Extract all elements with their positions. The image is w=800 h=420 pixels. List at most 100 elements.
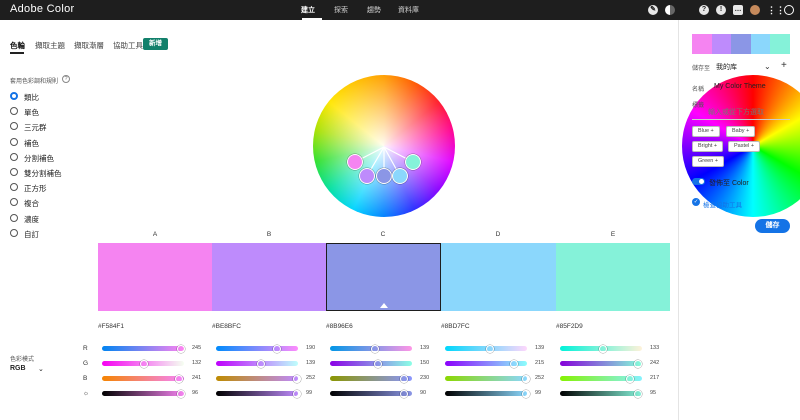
save-to-label: 儲存至 (692, 66, 711, 72)
g-slider-knob[interactable] (510, 359, 519, 368)
tab-extract-gradient[interactable]: 擷取漸層 (74, 40, 104, 51)
wheel-handle-b[interactable] (359, 168, 375, 184)
b-slider-knob[interactable] (522, 374, 531, 383)
theme-preview-swatch (770, 34, 790, 54)
rule-label: 類比 (24, 93, 39, 102)
tab-color-wheel[interactable]: 色輪 (10, 40, 25, 51)
tags-input[interactable]: 輸入或從下方選取 (692, 108, 790, 120)
radio-icon[interactable] (10, 107, 18, 116)
help-icon[interactable]: ? (699, 5, 709, 15)
nav-create[interactable]: 建立 (301, 5, 315, 15)
color-swatch[interactable] (212, 243, 327, 311)
b-slider-knob[interactable] (399, 374, 408, 383)
g-slider-knob[interactable] (140, 359, 149, 368)
b-slider[interactable] (216, 376, 298, 381)
rule-label: 雙分割補色 (24, 169, 62, 178)
brightness-value: 95 (650, 390, 657, 396)
user-avatar-icon[interactable] (750, 5, 760, 15)
b-value: 241 (192, 375, 202, 381)
b-slider-knob[interactable] (625, 374, 634, 383)
b-slider[interactable] (102, 376, 184, 381)
brightness-slider[interactable] (560, 391, 642, 396)
tag-bright[interactable]: Bright + (692, 141, 724, 152)
radio-icon[interactable] (10, 152, 18, 161)
r-slider[interactable] (102, 346, 184, 351)
r-slider-knob[interactable] (176, 344, 185, 353)
brightness-slider[interactable] (445, 391, 527, 396)
radio-icon[interactable] (10, 198, 18, 207)
radio-icon[interactable] (10, 137, 18, 146)
radio-icon[interactable] (10, 183, 18, 192)
g-slider[interactable] (560, 361, 642, 366)
tag-pastel[interactable]: Pastel + (728, 141, 761, 152)
g-slider-knob[interactable] (633, 359, 642, 368)
hex-value[interactable]: #F584F1 (98, 323, 124, 330)
g-slider-knob[interactable] (374, 359, 383, 368)
brightness-slider-knob[interactable] (176, 389, 185, 398)
r-value: 190 (306, 345, 316, 351)
brightness-slider[interactable] (102, 391, 184, 396)
brightness-value: 99 (535, 390, 542, 396)
radio-icon[interactable] (10, 213, 18, 222)
nav-explore[interactable]: 探索 (334, 5, 348, 15)
brightness-slider[interactable] (216, 391, 298, 396)
radio-icon[interactable] (10, 228, 18, 237)
contrast-icon[interactable] (665, 5, 675, 15)
brightness-slider-knob[interactable] (399, 389, 408, 398)
wheel-handle-a[interactable] (347, 154, 363, 170)
brightness-value: 99 (306, 390, 313, 396)
b-slider-knob[interactable] (293, 374, 302, 383)
g-value: 215 (535, 360, 545, 366)
color-swatch[interactable] (98, 243, 213, 311)
nav-trends[interactable]: 趨勢 (367, 5, 381, 15)
chat-icon[interactable]: … (733, 5, 743, 15)
hex-value[interactable]: #8B96E6 (326, 323, 353, 330)
radio-icon[interactable] (10, 122, 18, 131)
g-slider-knob[interactable] (256, 359, 265, 368)
r-slider-knob[interactable] (273, 344, 282, 353)
hex-value[interactable]: #85F2D9 (556, 323, 583, 330)
creative-cloud-icon[interactable] (784, 5, 794, 15)
publish-toggle[interactable] (692, 178, 705, 185)
pen-tool-icon[interactable]: ✎ (648, 5, 658, 15)
save-button[interactable]: 儲存 (755, 219, 790, 233)
r-value: 245 (192, 345, 202, 351)
radio-icon[interactable] (10, 92, 18, 100)
library-select[interactable]: 我的库 (716, 62, 737, 72)
tab-extract-theme[interactable]: 擷取主題 (35, 40, 65, 51)
wheel-handle-d[interactable] (392, 168, 408, 184)
brightness-slider-knob[interactable] (293, 389, 302, 398)
color-swatch[interactable] (326, 243, 441, 311)
radio-icon[interactable] (10, 168, 18, 176)
wheel-handle-c[interactable] (376, 168, 392, 184)
g-slider[interactable] (330, 361, 412, 366)
nav-library[interactable]: 資料庫 (398, 5, 419, 15)
color-mode-select[interactable]: RGB ⌄ (10, 365, 48, 375)
chevron-down-icon[interactable]: ⌄ (764, 62, 771, 71)
brightness-slider-knob[interactable] (522, 389, 531, 398)
add-library-button[interactable]: + (781, 60, 787, 71)
check-accessibility-link[interactable]: 檢查協助工具 (703, 199, 742, 209)
color-swatch[interactable] (441, 243, 556, 311)
r-slider-knob[interactable] (485, 344, 494, 353)
theme-name-field[interactable]: My Color Theme (714, 83, 766, 90)
r-slider-knob[interactable] (370, 344, 379, 353)
info-icon[interactable]: ! (716, 5, 726, 15)
brightness-slider-knob[interactable] (633, 389, 642, 398)
hex-value[interactable]: #BE8BFC (212, 323, 241, 330)
tag-green[interactable]: Green + (692, 156, 725, 167)
wheel-handle-e[interactable] (405, 154, 421, 170)
publish-label: 發佈至 Color (709, 180, 749, 187)
color-swatch[interactable] (556, 243, 670, 311)
rules-help-icon[interactable]: ? (62, 75, 70, 83)
b-slider[interactable] (445, 376, 527, 381)
tag-baby[interactable]: Baby + (726, 126, 756, 137)
accessibility-icon: ✓ (692, 198, 700, 206)
hex-value[interactable]: #8BD7FC (441, 323, 470, 330)
tag-blue[interactable]: Blue + (692, 126, 720, 137)
r-slider[interactable] (216, 346, 298, 351)
tab-accessibility[interactable]: 協助工具 (113, 40, 143, 51)
main-nav: 建立 探索 趨勢 資料庫 (0, 0, 800, 20)
r-slider-knob[interactable] (598, 344, 607, 353)
apps-grid-icon[interactable]: ⋮⋮ (767, 5, 785, 15)
